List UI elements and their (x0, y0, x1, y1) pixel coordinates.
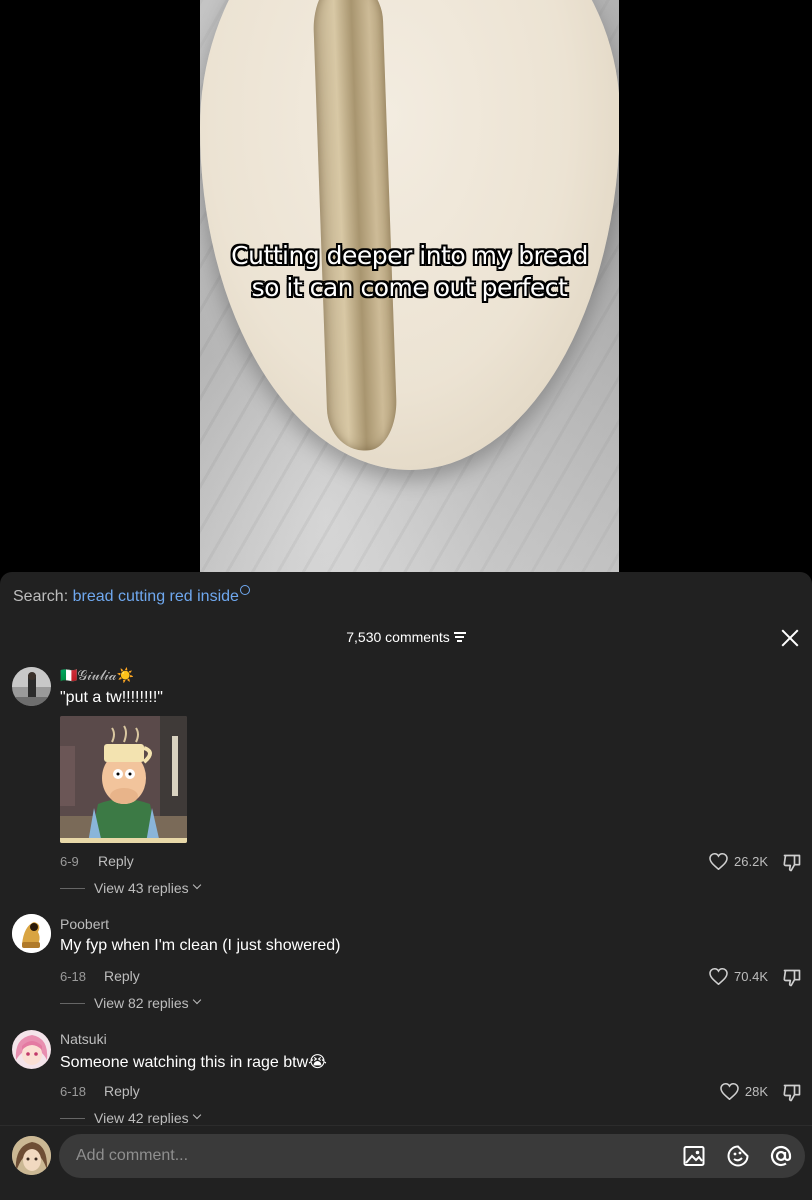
avatar[interactable] (12, 1030, 51, 1069)
gif-image (60, 716, 187, 843)
replies-divider (60, 887, 85, 889)
view-replies-label: View 43 replies (94, 880, 189, 896)
comments-count: 7,530 comments (346, 629, 450, 645)
search-icon (239, 585, 250, 595)
replies-divider (60, 1002, 85, 1004)
comments-count-header[interactable]: 7,530 comments (0, 629, 812, 645)
comment-input-bar: Add comment... (0, 1125, 812, 1200)
avatar[interactable] (12, 914, 51, 953)
heart-icon (709, 968, 728, 985)
heart-icon (720, 1083, 739, 1100)
chevron-down-icon (192, 1110, 201, 1120)
comment-date: 6-9 (60, 854, 79, 869)
comment-username[interactable]: 🇮🇹𝒢𝒾𝓊𝓁𝒾𝒶☀️ (60, 667, 134, 684)
reply-button[interactable]: Reply (104, 968, 140, 984)
image-icon[interactable] (682, 1144, 706, 1168)
comment-input-placeholder: Add comment... (76, 1147, 189, 1164)
view-replies-button[interactable]: View 43 replies (60, 880, 201, 896)
like-count: 28K (744, 1084, 768, 1099)
avatar-image (12, 1030, 51, 1069)
video-caption-line1: Cutting deeper into my bread (231, 241, 588, 270)
video-caption-line2: so it can come out perfect (251, 273, 568, 302)
reply-button[interactable]: Reply (98, 853, 134, 869)
dislike-icon[interactable] (782, 853, 802, 873)
comment-date: 6-18 (60, 1084, 87, 1099)
sort-icon[interactable] (453, 632, 466, 642)
heart-icon (709, 853, 728, 870)
like-count: 70.4K (734, 969, 768, 984)
chevron-down-icon (192, 880, 201, 890)
like-button[interactable]: 26.2K (709, 853, 768, 870)
comment-date: 6-18 (60, 969, 87, 984)
view-replies-label: View 82 replies (94, 995, 189, 1011)
chevron-down-icon (192, 995, 201, 1005)
like-count: 26.2K (734, 854, 768, 869)
close-icon[interactable] (780, 628, 800, 648)
emoji-icon[interactable] (726, 1144, 750, 1168)
like-button[interactable]: 28K (720, 1083, 768, 1100)
avatar[interactable] (12, 667, 51, 706)
dislike-icon[interactable] (782, 968, 802, 988)
like-button[interactable]: 70.4K (709, 968, 768, 985)
avatar-image (12, 1136, 51, 1175)
comment-text: "put a tw!!!!!!!!" (60, 689, 163, 706)
video-frame[interactable]: Cutting deeper into my bread so it can c… (200, 0, 619, 572)
avatar-image (12, 667, 51, 706)
comment-text: Someone watching this in rage btw😭 (60, 1054, 327, 1071)
comment-username[interactable]: Poobert (60, 916, 109, 932)
mention-icon[interactable] (769, 1144, 793, 1168)
comments-panel: Search: bread cutting red inside 7,530 c… (0, 572, 812, 1200)
avatar[interactable] (12, 1136, 51, 1175)
search-query-link[interactable]: bread cutting red inside (73, 588, 239, 605)
dislike-icon[interactable] (782, 1083, 802, 1103)
view-replies-label: View 42 replies (94, 1110, 189, 1126)
search-suggestion[interactable]: Search: bread cutting red inside (13, 585, 250, 606)
comment-input[interactable]: Add comment... (59, 1134, 805, 1178)
replies-divider (60, 1117, 85, 1119)
video-player[interactable]: Cutting deeper into my bread so it can c… (0, 0, 812, 572)
avatar-image (12, 914, 51, 953)
video-caption: Cutting deeper into my bread so it can c… (200, 240, 619, 304)
search-prefix: Search: (13, 588, 69, 605)
view-replies-button[interactable]: View 42 replies (60, 1110, 201, 1126)
view-replies-button[interactable]: View 82 replies (60, 995, 201, 1011)
comment-text: My fyp when I'm clean (I just showered) (60, 937, 341, 954)
comment-username[interactable]: Natsuki (60, 1031, 107, 1047)
reply-button[interactable]: Reply (104, 1083, 140, 1099)
comment-gif[interactable] (60, 716, 187, 843)
